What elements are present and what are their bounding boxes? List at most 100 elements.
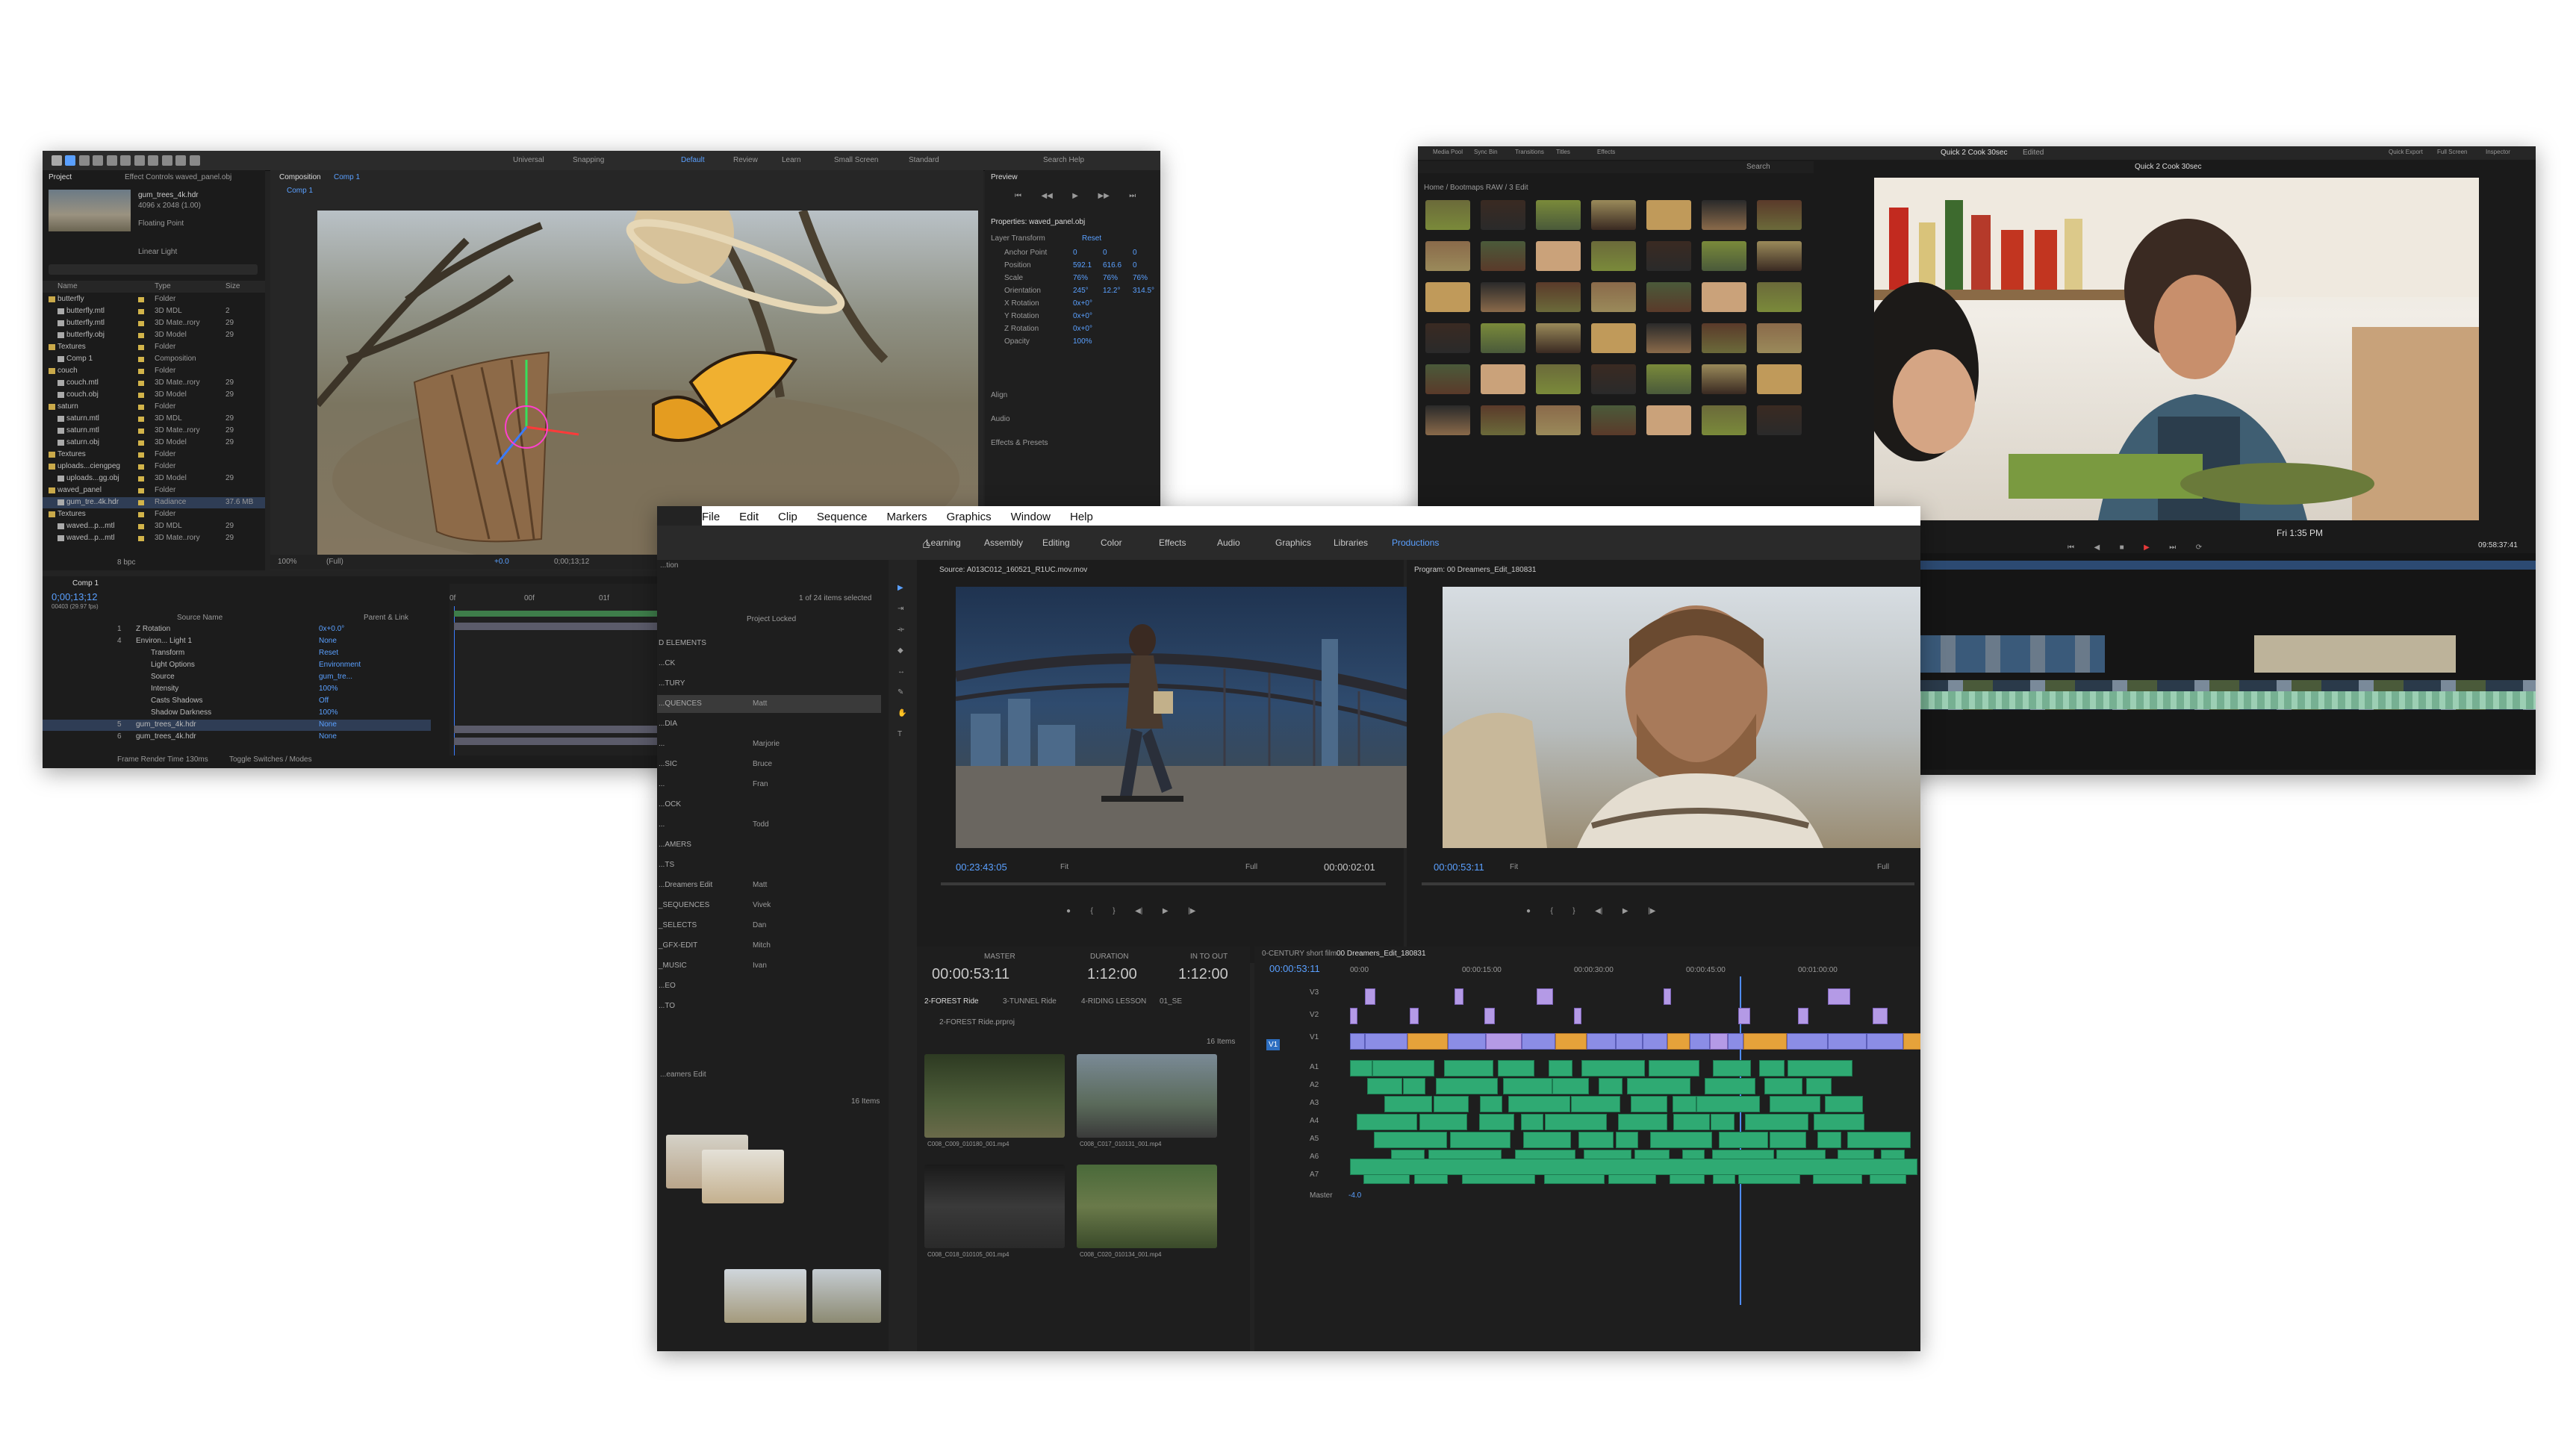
project-item-row[interactable]: ...TS	[657, 856, 881, 874]
menu-item[interactable]: Graphics	[947, 511, 992, 523]
audio-clip[interactable]	[1650, 1132, 1712, 1148]
marker-icon[interactable]: ●	[1526, 907, 1531, 915]
audio-track-label[interactable]: A6	[1310, 1153, 1319, 1161]
audio-clip[interactable]	[1479, 1114, 1514, 1130]
project-row[interactable]: saturn Folder	[43, 402, 265, 413]
audio-clip[interactable]	[1503, 1078, 1552, 1094]
media-clip-thumbnail[interactable]	[1425, 241, 1470, 271]
audio-clip[interactable]	[1631, 1096, 1667, 1112]
hand-icon[interactable]: ✋	[897, 709, 906, 717]
toggle-switches-modes[interactable]: Toggle Switches / Modes	[229, 755, 312, 764]
timeline-ruler[interactable]: 00:00 00:00:15:00 00:00:30:00 00:00:45:00 00…	[1350, 966, 1917, 976]
audio-clip[interactable]	[1705, 1078, 1755, 1094]
source-video-frame[interactable]	[956, 587, 1422, 848]
timeline-tab-dreamers[interactable]: 00 Dreamers_Edit_180831	[1337, 950, 1426, 958]
timeline-layer-row[interactable]: Transform Reset	[43, 648, 431, 659]
bin-thumbnail[interactable]	[724, 1269, 806, 1323]
v1-clip[interactable]	[1828, 1033, 1867, 1050]
audio-clip[interactable]	[1419, 1114, 1467, 1130]
project-item-row[interactable]: ... Todd	[657, 816, 881, 834]
v1-clip[interactable]	[1743, 1033, 1787, 1050]
layer-value[interactable]: Reset	[319, 649, 338, 657]
media-clip-thumbnail[interactable]	[1536, 200, 1581, 230]
audio-track-label[interactable]: A4	[1310, 1117, 1319, 1125]
workspace-tab[interactable]: Libraries	[1334, 537, 1368, 548]
project-item-row[interactable]: ... Marjorie	[657, 735, 881, 753]
step-forward-icon[interactable]: ▶▶	[1098, 192, 1109, 200]
source-patch-v1[interactable]: V1	[1266, 1039, 1281, 1050]
v1-clip[interactable]	[1616, 1033, 1643, 1050]
audio-track-label[interactable]: A1	[1310, 1063, 1319, 1071]
media-clip-thumbnail[interactable]	[1757, 323, 1802, 353]
select-tool-icon[interactable]	[65, 155, 76, 166]
media-clip-thumbnail[interactable]	[1646, 364, 1691, 394]
program-title[interactable]: Program: 00 Dreamers_Edit_180831	[1414, 566, 1536, 574]
media-clip-thumbnail[interactable]	[1425, 200, 1470, 230]
workspace-review[interactable]: Review	[733, 156, 758, 164]
audio-clip[interactable]	[1770, 1132, 1806, 1148]
media-clip-thumbnail[interactable]	[1481, 200, 1525, 230]
audio-clip[interactable]	[1521, 1114, 1543, 1130]
v1-clip[interactable]	[1448, 1033, 1486, 1050]
v1-clip[interactable]	[1728, 1033, 1743, 1050]
audio-clip[interactable]	[1350, 1060, 1372, 1076]
audio-clip[interactable]	[1616, 1132, 1638, 1148]
media-clip-thumbnail[interactable]	[1757, 405, 1802, 435]
project-item-row[interactable]: ...SIC Bruce	[657, 755, 881, 773]
v2-clip[interactable]	[1798, 1008, 1808, 1024]
skip-forward-icon[interactable]: ⏭	[1129, 192, 1136, 200]
layer-value[interactable]: Environment	[319, 661, 361, 669]
project-item-row[interactable]: ...OCK	[657, 796, 881, 814]
property-value-z[interactable]: 314.5°	[1133, 287, 1154, 295]
audio-clip[interactable]	[1627, 1078, 1690, 1094]
menu-item[interactable]: Edit	[739, 511, 759, 523]
v3-clip[interactable]	[1537, 988, 1553, 1005]
source-timecode-in[interactable]: 00:23:43:05	[956, 861, 1007, 873]
audio-clip[interactable]	[1673, 1096, 1696, 1112]
project-row[interactable]: couch Folder	[43, 366, 265, 377]
skip-back-icon[interactable]: ⏮	[1015, 192, 1021, 200]
type-icon[interactable]: T	[897, 730, 902, 738]
zoom-tool-icon[interactable]	[93, 155, 104, 166]
project-row[interactable]: couch.obj 3D Model 29	[43, 390, 265, 401]
audio-clip[interactable]	[1523, 1132, 1571, 1148]
project-row[interactable]: butterfly.mtl 3D MDL 2	[43, 306, 265, 317]
source-full-dropdown[interactable]: Full	[1245, 863, 1257, 871]
media-clip-thumbnail[interactable]	[1536, 364, 1581, 394]
menu-item[interactable]: Markers	[886, 511, 927, 523]
mark-in-icon[interactable]: {	[1091, 907, 1093, 915]
media-clip-thumbnail[interactable]	[1702, 200, 1746, 230]
puppet-tool-icon[interactable]	[189, 155, 200, 166]
project-item-row[interactable]: ... Fran	[657, 776, 881, 794]
program-full-dropdown[interactable]: Full	[1877, 863, 1889, 871]
v2-clip[interactable]	[1738, 1008, 1750, 1024]
program-video-frame[interactable]	[1443, 587, 1920, 848]
timeline-layer-row[interactable]: 5 gum_trees_4k.hdr None	[43, 720, 431, 731]
play-icon[interactable]: ▶	[1163, 907, 1169, 915]
v2-clip[interactable]	[1484, 1008, 1495, 1024]
resolve-tab[interactable]: Sync Bin	[1474, 149, 1498, 155]
audio-section[interactable]: Audio	[991, 415, 1010, 423]
audio-clip[interactable]	[1759, 1060, 1785, 1076]
source-scrubber[interactable]	[941, 882, 1386, 885]
timeline-layer-row[interactable]: Intensity 100%	[43, 684, 431, 695]
bin-tab[interactable]: 01_SE	[1160, 997, 1182, 1006]
media-clip-thumbnail[interactable]	[1702, 364, 1746, 394]
property-value-y[interactable]: 12.2°	[1103, 287, 1120, 295]
timeline-timecode[interactable]: 0;00;13;12	[52, 591, 97, 602]
source-title[interactable]: Source: A013C012_160521_R1UC.mov.mov	[939, 566, 1087, 574]
clip-name[interactable]: C008_C017_010131_001.mp4	[1080, 1141, 1161, 1147]
transform-property-row[interactable]: Z Rotation 0x+0°	[991, 324, 1159, 336]
media-clip-thumbnail[interactable]	[1481, 282, 1525, 312]
comp-breadcrumb[interactable]: Comp 1	[287, 187, 313, 195]
play-icon[interactable]: ▶	[2144, 543, 2150, 552]
project-item-row[interactable]: ...DIA	[657, 715, 881, 733]
project-item-row[interactable]: _SELECTS Dan	[657, 917, 881, 935]
project-tab[interactable]: Project	[49, 173, 72, 181]
media-clip-thumbnail[interactable]	[1646, 200, 1691, 230]
resolve-right-tab[interactable]: Inspector	[2486, 149, 2510, 155]
v1-clip[interactable]	[1522, 1033, 1555, 1050]
project-row[interactable]: butterfly.obj 3D Model 29	[43, 330, 265, 341]
media-clip-thumbnail[interactable]	[1757, 241, 1802, 271]
sequence-timecode[interactable]: 00:00:53:11	[1269, 963, 1320, 974]
